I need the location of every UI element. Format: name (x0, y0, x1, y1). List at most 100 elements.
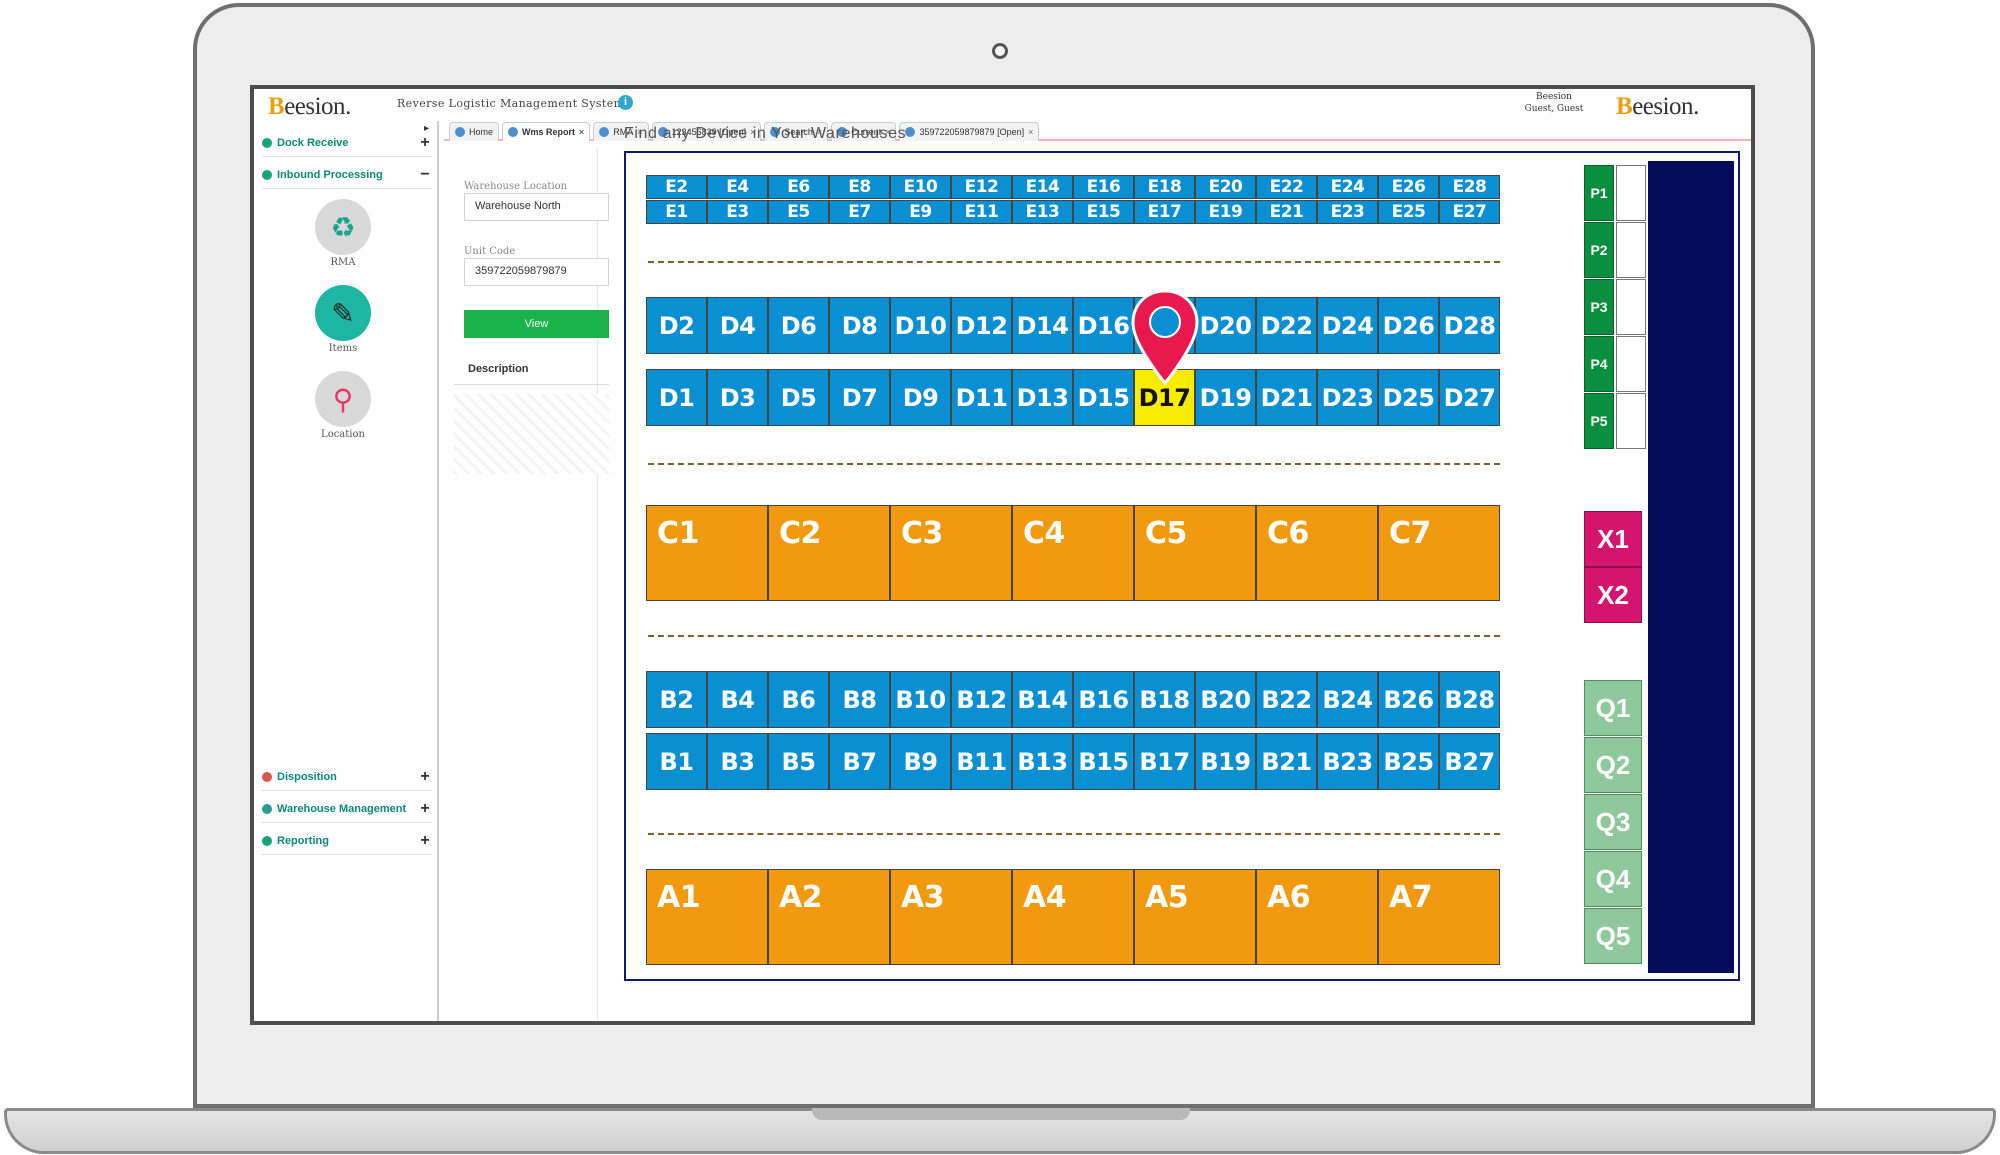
slot-d4[interactable]: D4 (707, 297, 768, 354)
slot-q5[interactable]: Q5 (1584, 908, 1642, 964)
slot-x2[interactable]: X2 (1584, 567, 1642, 623)
sidebar-tile-rma[interactable]: ♻ RMA (314, 199, 372, 268)
slot-e1[interactable]: E1 (646, 200, 707, 224)
tab-home[interactable]: Home (449, 122, 500, 141)
slot-p3-bin[interactable] (1616, 279, 1646, 335)
slot-d14[interactable]: D14 (1012, 297, 1073, 354)
slot-p1[interactable]: P1 (1584, 165, 1614, 221)
slot-d20[interactable]: D20 (1195, 297, 1256, 354)
slot-d19[interactable]: D19 (1195, 369, 1256, 426)
slot-x1[interactable]: X1 (1584, 511, 1642, 567)
slot-b8[interactable]: B8 (829, 671, 890, 728)
slot-e6[interactable]: E6 (768, 175, 829, 199)
slot-d22[interactable]: D22 (1256, 297, 1317, 354)
slot-e21[interactable]: E21 (1256, 200, 1317, 224)
slot-a2[interactable]: A2 (768, 869, 890, 965)
slot-p2[interactable]: P2 (1584, 222, 1614, 278)
slot-b13[interactable]: B13 (1012, 733, 1073, 790)
slot-p5[interactable]: P5 (1584, 393, 1614, 449)
slot-e23[interactable]: E23 (1317, 200, 1378, 224)
slot-d8[interactable]: D8 (829, 297, 890, 354)
slot-e26[interactable]: E26 (1378, 175, 1439, 199)
expand-toggle-icon[interactable]: + (418, 832, 432, 850)
slot-d26[interactable]: D26 (1378, 297, 1439, 354)
slot-d15[interactable]: D15 (1073, 369, 1134, 426)
slot-e27[interactable]: E27 (1439, 200, 1500, 224)
slot-e9[interactable]: E9 (890, 200, 951, 224)
slot-d10[interactable]: D10 (890, 297, 951, 354)
slot-b1[interactable]: B1 (646, 733, 707, 790)
slot-e7[interactable]: E7 (829, 200, 890, 224)
slot-b14[interactable]: B14 (1012, 671, 1073, 728)
slot-b27[interactable]: B27 (1439, 733, 1500, 790)
slot-c7[interactable]: C7 (1378, 505, 1500, 601)
info-icon[interactable]: i (618, 95, 633, 110)
slot-a4[interactable]: A4 (1012, 869, 1134, 965)
unit-code-input[interactable]: 359722059879879 (464, 258, 609, 286)
slot-e16[interactable]: E16 (1073, 175, 1134, 199)
sidebar-item-dock-receive[interactable]: Dock Receive + (262, 129, 432, 157)
slot-e10[interactable]: E10 (890, 175, 951, 199)
brand-logo[interactable]: Beesion. (268, 93, 351, 121)
expand-toggle-icon[interactable]: − (418, 166, 432, 184)
slot-p3[interactable]: P3 (1584, 279, 1614, 335)
slot-e4[interactable]: E4 (707, 175, 768, 199)
slot-b17[interactable]: B17 (1134, 733, 1195, 790)
slot-b4[interactable]: B4 (707, 671, 768, 728)
slot-d5[interactable]: D5 (768, 369, 829, 426)
slot-e12[interactable]: E12 (951, 175, 1012, 199)
slot-d11[interactable]: D11 (951, 369, 1012, 426)
tab-wms-report[interactable]: Wms Report × (502, 122, 591, 141)
slot-b26[interactable]: B26 (1378, 671, 1439, 728)
slot-d28[interactable]: D28 (1439, 297, 1500, 354)
user-info[interactable]: Beesion Guest, Guest (1484, 91, 1624, 115)
sidebar-tile-items[interactable]: ✎ Items (314, 285, 372, 354)
slot-d21[interactable]: D21 (1256, 369, 1317, 426)
slot-b28[interactable]: B28 (1439, 671, 1500, 728)
slot-c4[interactable]: C4 (1012, 505, 1134, 601)
slot-q2[interactable]: Q2 (1584, 737, 1642, 793)
slot-c2[interactable]: C2 (768, 505, 890, 601)
slot-e8[interactable]: E8 (829, 175, 890, 199)
slot-b10[interactable]: B10 (890, 671, 951, 728)
slot-d12[interactable]: D12 (951, 297, 1012, 354)
slot-b20[interactable]: B20 (1195, 671, 1256, 728)
slot-a1[interactable]: A1 (646, 869, 768, 965)
slot-e24[interactable]: E24 (1317, 175, 1378, 199)
slot-c1[interactable]: C1 (646, 505, 768, 601)
slot-e3[interactable]: E3 (707, 200, 768, 224)
sidebar-item-inbound-processing[interactable]: Inbound Processing − (262, 161, 432, 189)
slot-e15[interactable]: E15 (1073, 200, 1134, 224)
slot-p5-bin[interactable] (1616, 393, 1646, 449)
slot-b16[interactable]: B16 (1073, 671, 1134, 728)
slot-b23[interactable]: B23 (1317, 733, 1378, 790)
warehouse-location-select[interactable]: Warehouse North (464, 193, 609, 221)
slot-e17[interactable]: E17 (1134, 200, 1195, 224)
slot-d25[interactable]: D25 (1378, 369, 1439, 426)
slot-b24[interactable]: B24 (1317, 671, 1378, 728)
view-button[interactable]: View (464, 310, 609, 338)
slot-e28[interactable]: E28 (1439, 175, 1500, 199)
slot-d6[interactable]: D6 (768, 297, 829, 354)
slot-b19[interactable]: B19 (1195, 733, 1256, 790)
slot-q3[interactable]: Q3 (1584, 794, 1642, 850)
slot-q1[interactable]: Q1 (1584, 680, 1642, 736)
slot-q4[interactable]: Q4 (1584, 851, 1642, 907)
slot-d1[interactable]: D1 (646, 369, 707, 426)
slot-b18[interactable]: B18 (1134, 671, 1195, 728)
slot-d7[interactable]: D7 (829, 369, 890, 426)
sidebar-item-disposition[interactable]: Disposition + (262, 763, 432, 791)
slot-d3[interactable]: D3 (707, 369, 768, 426)
slot-c5[interactable]: C5 (1134, 505, 1256, 601)
slot-a3[interactable]: A3 (890, 869, 1012, 965)
slot-a6[interactable]: A6 (1256, 869, 1378, 965)
sidebar-item-warehouse-management[interactable]: Warehouse Management + (262, 795, 432, 823)
slot-b9[interactable]: B9 (890, 733, 951, 790)
slot-e2[interactable]: E2 (646, 175, 707, 199)
slot-e22[interactable]: E22 (1256, 175, 1317, 199)
slot-e19[interactable]: E19 (1195, 200, 1256, 224)
slot-b3[interactable]: B3 (707, 733, 768, 790)
close-icon[interactable]: × (579, 127, 584, 137)
sidebar-item-reporting[interactable]: Reporting + (262, 827, 432, 855)
slot-p1-bin[interactable] (1616, 165, 1646, 221)
